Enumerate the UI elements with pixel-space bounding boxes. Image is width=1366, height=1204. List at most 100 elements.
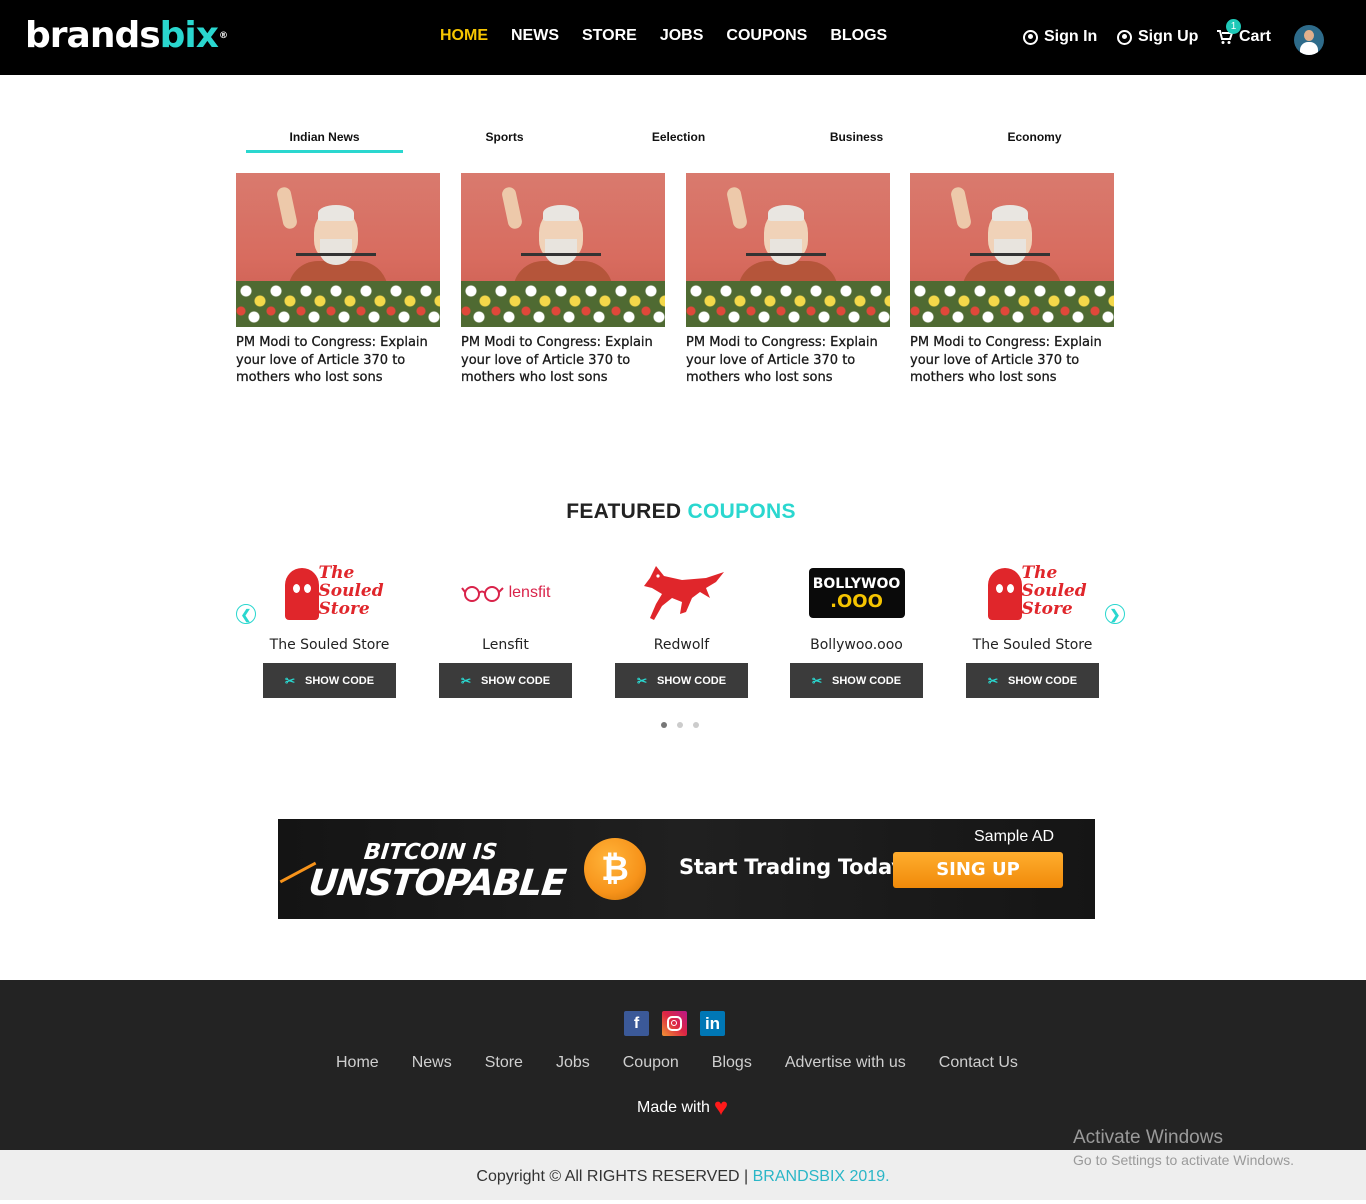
user-avatar[interactable] bbox=[1294, 25, 1324, 55]
nav-home[interactable]: HOME bbox=[440, 27, 488, 45]
cart-count-badge: 1 bbox=[1226, 19, 1241, 34]
cart-link[interactable]: Cart bbox=[1217, 28, 1271, 46]
news-image[interactable] bbox=[910, 173, 1114, 327]
footer-link-store[interactable]: Store bbox=[485, 1054, 523, 1072]
pagination-dot[interactable] bbox=[661, 722, 667, 728]
scissors-icon: ✂ bbox=[284, 673, 295, 688]
featured-coupons-heading: FEATURED COUPONS bbox=[0, 500, 1362, 524]
pagination-dot[interactable] bbox=[677, 722, 683, 728]
tab-sports[interactable]: Sports bbox=[426, 130, 583, 144]
site-footer: f in Home News Store Jobs Coupon Blogs A… bbox=[0, 980, 1366, 1150]
brand-logo[interactable]: brandsbix® bbox=[25, 15, 228, 56]
made-with-text: Made with ♥ bbox=[637, 1094, 729, 1121]
coupon-store-name: The Souled Store bbox=[972, 637, 1093, 653]
carousel-prev-arrow-icon[interactable]: ❮ bbox=[236, 604, 256, 624]
glasses-icon bbox=[460, 586, 504, 602]
footer-link-coupon[interactable]: Coupon bbox=[623, 1054, 679, 1072]
registered-mark: ® bbox=[219, 31, 228, 41]
scissors-icon: ✂ bbox=[987, 673, 998, 688]
footer-link-news[interactable]: News bbox=[412, 1054, 452, 1072]
cart-label: Cart bbox=[1239, 28, 1272, 45]
logo-text-main: brands bbox=[25, 15, 161, 56]
windows-activation-watermark: Activate Windows Go to Settings to activ… bbox=[1073, 1127, 1294, 1168]
tab-business[interactable]: Business bbox=[778, 130, 935, 144]
news-title[interactable]: PM Modi to Congress: Explain your love o… bbox=[910, 334, 1114, 387]
carousel-pagination bbox=[661, 722, 699, 728]
coupon-store-name: The Souled Store bbox=[269, 637, 390, 653]
coupon-store-name: Redwolf bbox=[653, 637, 710, 653]
sign-up-label: Sign Up bbox=[1138, 28, 1199, 45]
copyright-brand[interactable]: BRANDSBIX 2019. bbox=[753, 1168, 890, 1185]
news-image[interactable] bbox=[686, 173, 890, 327]
news-card[interactable]: PM Modi to Congress: Explain your love o… bbox=[686, 173, 890, 387]
show-code-button[interactable]: ✂ SHOW CODE bbox=[790, 663, 923, 698]
souled-store-logo[interactable]: The Souled Store bbox=[263, 560, 396, 626]
footer-nav: Home News Store Jobs Coupon Blogs Advert… bbox=[336, 1054, 1018, 1072]
footer-link-home[interactable]: Home bbox=[336, 1054, 379, 1072]
heading-accent: COUPONS bbox=[687, 500, 796, 523]
news-title[interactable]: PM Modi to Congress: Explain your love o… bbox=[686, 334, 890, 387]
show-code-button[interactable]: ✂ SHOW CODE bbox=[439, 663, 572, 698]
news-card[interactable]: PM Modi to Congress: Explain your love o… bbox=[910, 173, 1114, 387]
coupon-card: BOLLYWOO .OOO Bollywoo.ooo ✂ SHOW CODE bbox=[790, 560, 923, 698]
souled-store-logo[interactable]: The Souled Store bbox=[966, 560, 1099, 626]
nav-store[interactable]: STORE bbox=[582, 27, 637, 45]
social-links: f in bbox=[624, 1011, 725, 1036]
wolf-icon bbox=[643, 566, 724, 620]
news-card[interactable]: PM Modi to Congress: Explain your love o… bbox=[236, 173, 440, 387]
lensfit-logo[interactable]: lensfit bbox=[439, 560, 572, 626]
bollywoo-logo[interactable]: BOLLYWOO .OOO bbox=[790, 560, 923, 626]
user-icon bbox=[1117, 29, 1132, 45]
pagination-dot[interactable] bbox=[693, 722, 699, 728]
instagram-icon[interactable] bbox=[662, 1011, 687, 1036]
footer-link-jobs[interactable]: Jobs bbox=[556, 1054, 590, 1072]
logo-text-accent: bix bbox=[159, 15, 219, 56]
heart-icon: ♥ bbox=[713, 1094, 729, 1121]
sign-in-link[interactable]: Sign In bbox=[1023, 28, 1097, 46]
footer-link-blogs[interactable]: Blogs bbox=[712, 1054, 752, 1072]
main-nav: HOME NEWS STORE JOBS COUPONS BLOGS bbox=[440, 27, 887, 45]
ad-headline: BITCOIN IS UNSTOPABLE bbox=[306, 840, 568, 904]
tab-economy[interactable]: Economy bbox=[956, 130, 1113, 144]
heading-main: FEATURED bbox=[566, 500, 682, 523]
scissors-icon: ✂ bbox=[811, 673, 822, 688]
coupon-store-name: Bollywoo.ooo bbox=[810, 637, 903, 653]
active-tab-indicator bbox=[246, 150, 403, 153]
coupon-card: Redwolf ✂ SHOW CODE bbox=[615, 560, 748, 698]
news-image[interactable] bbox=[236, 173, 440, 327]
tab-election[interactable]: Eelection bbox=[600, 130, 757, 144]
tab-indian-news[interactable]: Indian News bbox=[246, 130, 403, 144]
ad-sample-label: Sample AD bbox=[974, 828, 1055, 845]
sign-in-label: Sign In bbox=[1044, 28, 1098, 45]
nav-coupons[interactable]: COUPONS bbox=[726, 27, 807, 45]
footer-link-contact[interactable]: Contact Us bbox=[939, 1054, 1018, 1072]
copyright-text: Copyright © All RIGHTS RESERVED | bbox=[476, 1168, 749, 1185]
show-code-button[interactable]: ✂ SHOW CODE bbox=[615, 663, 748, 698]
news-image[interactable] bbox=[461, 173, 665, 327]
nav-jobs[interactable]: JOBS bbox=[660, 27, 704, 45]
facebook-icon[interactable]: f bbox=[624, 1011, 649, 1036]
sign-up-link[interactable]: Sign Up bbox=[1117, 28, 1198, 46]
coupon-store-name: Lensfit bbox=[482, 637, 529, 653]
footer-link-advertise[interactable]: Advertise with us bbox=[785, 1054, 906, 1072]
news-card[interactable]: PM Modi to Congress: Explain your love o… bbox=[461, 173, 665, 387]
news-title[interactable]: PM Modi to Congress: Explain your love o… bbox=[236, 334, 440, 387]
user-icon bbox=[1023, 29, 1038, 45]
show-code-button[interactable]: ✂ SHOW CODE bbox=[966, 663, 1099, 698]
carousel-next-arrow-icon[interactable]: ❯ bbox=[1105, 604, 1125, 624]
news-title[interactable]: PM Modi to Congress: Explain your love o… bbox=[461, 334, 665, 387]
ad-signup-button[interactable]: SING UP bbox=[893, 852, 1063, 888]
ad-tagline: Start Trading Today bbox=[679, 855, 905, 879]
nav-news[interactable]: NEWS bbox=[511, 27, 559, 45]
coupon-card: lensfit Lensfit ✂ SHOW CODE bbox=[439, 560, 572, 698]
redwolf-logo[interactable] bbox=[615, 560, 748, 626]
nav-blogs[interactable]: BLOGS bbox=[830, 27, 887, 45]
coupon-card: The Souled Store The Souled Store ✂ SHOW… bbox=[966, 560, 1099, 698]
top-header: brandsbix® HOME NEWS STORE JOBS COUPONS … bbox=[0, 0, 1366, 75]
coupon-card: The Souled Store The Souled Store ✂ SHOW… bbox=[263, 560, 396, 698]
linkedin-icon[interactable]: in bbox=[700, 1011, 725, 1036]
sample-ad-banner[interactable]: BITCOIN IS UNSTOPABLE ₿ Start Trading To… bbox=[278, 819, 1095, 919]
show-code-button[interactable]: ✂ SHOW CODE bbox=[263, 663, 396, 698]
scissors-icon: ✂ bbox=[636, 673, 647, 688]
bitcoin-icon: ₿ bbox=[584, 838, 646, 900]
